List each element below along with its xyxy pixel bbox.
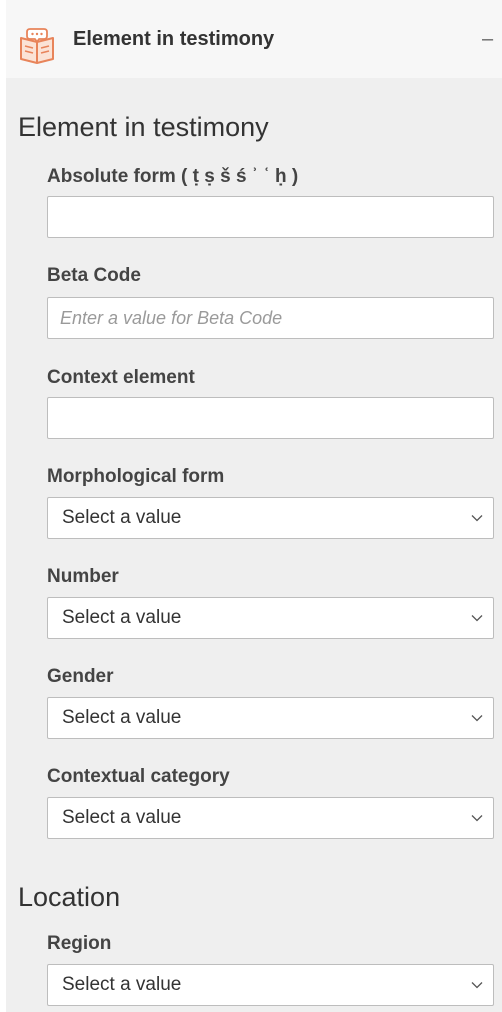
select-value: Select a value [62, 974, 182, 995]
section-title-location: Location [18, 882, 121, 912]
context-element-label: Context element [47, 367, 195, 388]
panel-title: Element in testimony [73, 28, 275, 50]
chevron-down-icon [471, 515, 483, 522]
select-value: Select a value [62, 507, 182, 528]
region-label: Region [47, 933, 112, 954]
chevron-down-icon [471, 615, 483, 622]
collapse-button[interactable]: – [482, 28, 493, 51]
select-value: Select a value [62, 807, 182, 828]
beta-code-input[interactable] [47, 297, 494, 339]
contextual-category-select[interactable]: Select a value [47, 797, 494, 839]
select-value: Select a value [62, 707, 182, 728]
contextual-category-label: Contextual category [47, 766, 230, 787]
beta-code-label: Beta Code [47, 265, 141, 286]
chevron-down-icon [471, 982, 483, 989]
region-select[interactable]: Select a value [47, 964, 494, 1006]
context-element-input[interactable] [47, 397, 494, 439]
chevron-down-icon [471, 815, 483, 822]
number-select[interactable]: Select a value [47, 597, 494, 639]
select-value: Select a value [62, 607, 182, 628]
absolute-form-label: Absolute form ( ṭ ṣ š ś ʾ ʿ ḥ ) [47, 166, 299, 187]
filter-panel: Element in testimony – Element in testim… [6, 0, 502, 1012]
absolute-form-input[interactable] [47, 196, 494, 238]
gender-label: Gender [47, 666, 114, 687]
chevron-down-icon [471, 715, 483, 722]
morphological-form-select[interactable]: Select a value [47, 497, 494, 539]
section-title-element: Element in testimony [18, 112, 269, 142]
number-label: Number [47, 566, 119, 587]
book-icon [20, 28, 54, 64]
morphological-form-label: Morphological form [47, 466, 225, 487]
panel-header[interactable]: Element in testimony – [6, 0, 502, 78]
gender-select[interactable]: Select a value [47, 697, 494, 739]
